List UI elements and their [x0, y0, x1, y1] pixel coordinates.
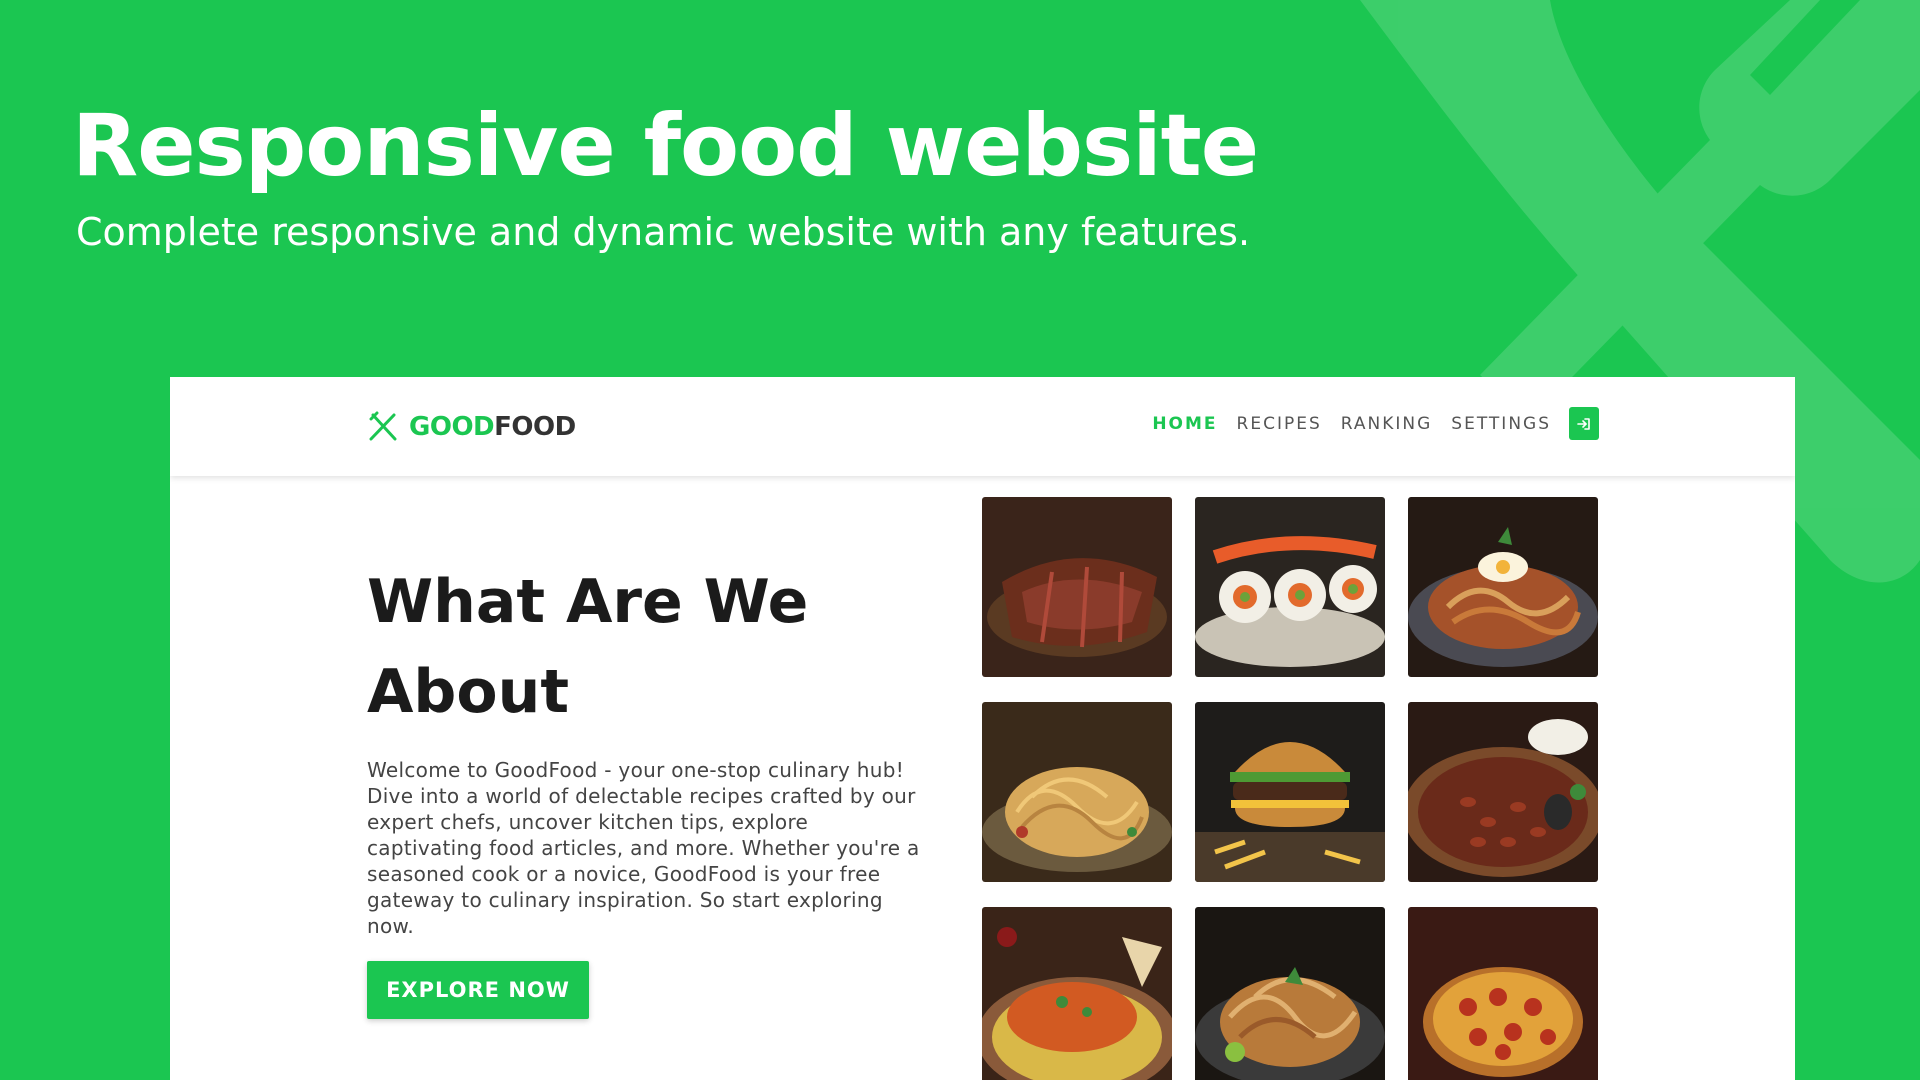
logo-food: FOOD — [494, 412, 576, 442]
about-text: Welcome to GoodFood - your one-stop culi… — [367, 758, 920, 938]
stir-fry-image[interactable] — [1408, 497, 1598, 677]
fork-knife-icon — [369, 411, 397, 441]
spaghetti-image[interactable] — [982, 702, 1172, 882]
logo-good: GOOD — [409, 412, 495, 442]
banner-title: Responsive food website — [72, 96, 1259, 196]
food-gallery — [982, 497, 1598, 1080]
curry-image[interactable] — [982, 907, 1172, 1080]
sushi-image[interactable] — [1195, 497, 1385, 677]
website-preview: GOODFOOD HOME RECIPES RANKING SETTINGS W… — [170, 377, 1795, 1080]
beans-image[interactable] — [1408, 702, 1598, 882]
noodles-image[interactable] — [1195, 907, 1385, 1080]
explore-now-button[interactable]: EXPLORE NOW — [367, 961, 589, 1019]
about-title: What Are We About — [367, 567, 809, 727]
logo-text: GOODFOOD — [409, 412, 576, 442]
nav-home[interactable]: HOME — [1152, 414, 1217, 434]
steak-image[interactable] — [982, 497, 1172, 677]
main-nav: HOME RECIPES RANKING SETTINGS — [1133, 407, 1599, 440]
login-button[interactable] — [1569, 407, 1599, 440]
login-icon — [1577, 417, 1590, 430]
nav-ranking[interactable]: RANKING — [1341, 414, 1433, 434]
nav-settings[interactable]: SETTINGS — [1451, 414, 1551, 434]
nav-recipes[interactable]: RECIPES — [1237, 414, 1322, 434]
banner-subtitle: Complete responsive and dynamic website … — [76, 210, 1251, 254]
pizza-image[interactable] — [1408, 907, 1598, 1080]
burger-image[interactable] — [1195, 702, 1385, 882]
logo[interactable]: GOODFOOD — [367, 411, 576, 443]
navbar: GOODFOOD HOME RECIPES RANKING SETTINGS — [170, 377, 1795, 476]
